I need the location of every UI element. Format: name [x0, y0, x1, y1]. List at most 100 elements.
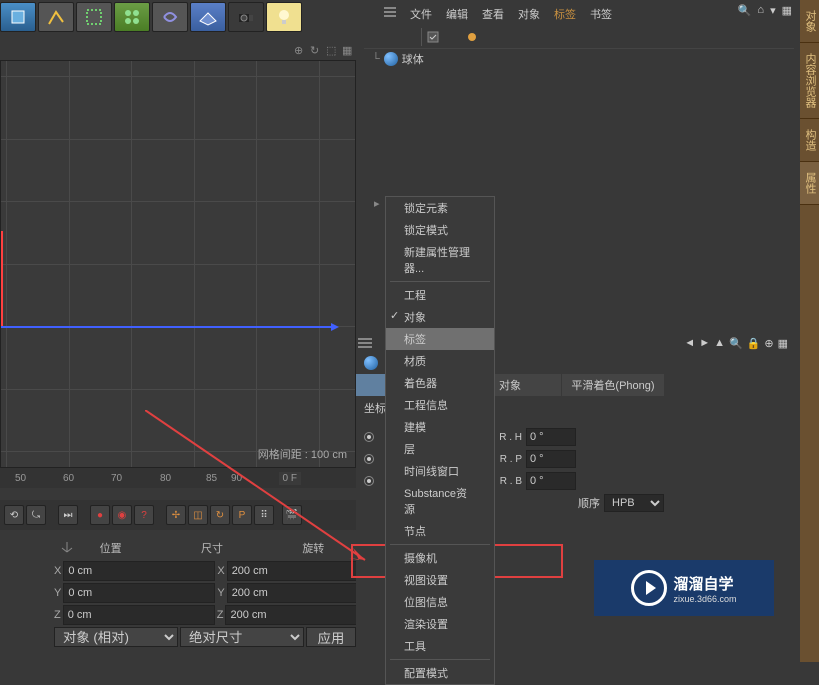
- menu-bookmark[interactable]: 书签: [590, 6, 612, 22]
- search-icon[interactable]: 🔍: [738, 4, 752, 17]
- nav-back-icon[interactable]: ◄: [684, 337, 695, 350]
- ctx-item[interactable]: 工具: [386, 635, 494, 657]
- rot-input[interactable]: [526, 472, 576, 490]
- order-select[interactable]: HPB: [604, 494, 664, 512]
- to-start-button[interactable]: ⟲: [4, 505, 24, 525]
- size-mode-select[interactable]: 绝对尺寸: [180, 627, 304, 647]
- prev-key-button[interactable]: ⤿: [26, 505, 46, 525]
- ruler-tick: 90: [231, 473, 242, 484]
- move-key-button[interactable]: ✢: [166, 505, 186, 525]
- ctx-item[interactable]: 工程信息: [386, 394, 494, 416]
- size-input-z[interactable]: [225, 605, 377, 625]
- size-axis-label: Y: [217, 587, 224, 599]
- deformer-tool[interactable]: [152, 2, 188, 32]
- primitive-cube-tool[interactable]: [0, 2, 36, 32]
- menu-view[interactable]: 查看: [482, 6, 504, 22]
- menu-file[interactable]: 文件: [410, 6, 432, 22]
- tab-phong[interactable]: 平滑着色(Phong): [562, 374, 664, 396]
- sphere-icon: [384, 52, 398, 66]
- coordinate-panel: 位置 尺寸 旋转 X X H Y Y P Z Z B 对象 (相对) 绝对尺寸 …: [54, 536, 356, 648]
- position-header: 位置: [68, 538, 153, 558]
- ctx-item[interactable]: 时间线窗口: [386, 460, 494, 482]
- ctx-item[interactable]: 锁定元素: [386, 197, 494, 219]
- ctx-item[interactable]: 位图信息: [386, 591, 494, 613]
- nav-up-icon[interactable]: ▲: [714, 337, 725, 350]
- order-label: 顺序: [578, 495, 600, 511]
- ctx-item[interactable]: Substance资源: [386, 482, 494, 520]
- position-mode-select[interactable]: 对象 (相对): [54, 627, 178, 647]
- menu-separator: [390, 281, 490, 282]
- ctx-item[interactable]: 节点: [386, 520, 494, 542]
- param-key-button[interactable]: P: [232, 505, 252, 525]
- key-dots-button[interactable]: ⠿: [254, 505, 274, 525]
- rot-input[interactable]: [526, 428, 576, 446]
- visibility-icon[interactable]: [426, 30, 440, 44]
- filter-icon[interactable]: ▾: [770, 4, 776, 17]
- scale-radio[interactable]: [364, 454, 374, 464]
- ctx-item[interactable]: 锁定模式: [386, 219, 494, 241]
- menu-edit[interactable]: 编辑: [446, 6, 468, 22]
- render-button[interactable]: 🎬: [282, 505, 302, 525]
- attr-menu-icon[interactable]: [358, 336, 372, 350]
- menu-icon[interactable]: [384, 6, 396, 18]
- layout-icon[interactable]: ▦: [782, 4, 792, 17]
- axis-icon: [60, 540, 74, 554]
- menu-object[interactable]: 对象: [518, 6, 540, 22]
- light-tool[interactable]: [266, 2, 302, 32]
- vp-rotate-icon[interactable]: ↻: [310, 44, 324, 58]
- scale-radio[interactable]: [364, 432, 374, 442]
- tree-item-sphere[interactable]: └ 球体: [364, 49, 794, 69]
- menu-separator: [390, 544, 490, 545]
- spline-pen-tool[interactable]: [38, 2, 74, 32]
- rot-input[interactable]: [526, 450, 576, 468]
- to-end-button[interactable]: ⏭: [58, 505, 78, 525]
- nav-new-icon[interactable]: ⊕: [764, 337, 773, 350]
- menu-tag[interactable]: 标签: [554, 6, 576, 22]
- autokey-button[interactable]: ◉: [112, 505, 132, 525]
- generator-tool[interactable]: [76, 2, 112, 32]
- side-tab-attr[interactable]: 属性: [800, 162, 819, 205]
- pos-input-z[interactable]: [63, 605, 215, 625]
- keyframe-button[interactable]: ?: [134, 505, 154, 525]
- nav-fwd-icon[interactable]: ►: [699, 337, 710, 350]
- playback-bar: ⟲ ⤿ ⏭ ● ◉ ? ✢ ◫ ↻ P ⠿ 🎬: [0, 500, 356, 530]
- scale-radio[interactable]: [364, 476, 374, 486]
- nav-layout-icon[interactable]: ▦: [778, 337, 788, 350]
- pos-input-x[interactable]: [63, 561, 215, 581]
- nav-search-icon[interactable]: 🔍: [729, 337, 743, 350]
- ctx-item[interactable]: ✓对象: [386, 306, 494, 328]
- ctx-item[interactable]: 视图设置: [386, 569, 494, 591]
- rotate-key-button[interactable]: ↻: [210, 505, 230, 525]
- apply-button[interactable]: 应用: [306, 627, 356, 647]
- side-tab-object[interactable]: 对象: [800, 0, 819, 43]
- record-button[interactable]: ●: [90, 505, 110, 525]
- timeline-ruler[interactable]: 50 60 70 80 85 90 0 F: [0, 468, 356, 488]
- ctx-item[interactable]: 建模: [386, 416, 494, 438]
- ctx-item[interactable]: 新建属性管理器...: [386, 241, 494, 279]
- ctx-item[interactable]: 摄像机: [386, 547, 494, 569]
- vp-zoom-icon[interactable]: ⬚: [326, 44, 340, 58]
- grid-spacing-label: 网格间距 : 100 cm: [258, 446, 347, 462]
- ctx-item[interactable]: 着色器: [386, 372, 494, 394]
- ctx-item[interactable]: 渲染设置: [386, 613, 494, 635]
- ctx-item[interactable]: 配置模式: [386, 662, 494, 684]
- object-name: 球体: [402, 51, 424, 67]
- side-tab-structure[interactable]: 构造: [800, 119, 819, 162]
- ctx-item[interactable]: 工程: [386, 284, 494, 306]
- ctx-item[interactable]: 标签: [386, 328, 494, 350]
- floor-tool[interactable]: [190, 2, 226, 32]
- viewport[interactable]: 网格间距 : 100 cm: [0, 60, 356, 468]
- array-tool[interactable]: [114, 2, 150, 32]
- ctx-item[interactable]: 材质: [386, 350, 494, 372]
- home-icon[interactable]: ⌂: [757, 4, 764, 17]
- vp-move-icon[interactable]: ⊕: [294, 44, 308, 58]
- ruler-tick: 50: [15, 473, 26, 484]
- ctx-item[interactable]: 层: [386, 438, 494, 460]
- side-tab-browser[interactable]: 内容浏览器: [800, 43, 819, 119]
- nav-lock-icon[interactable]: 🔒: [747, 337, 761, 350]
- scale-key-button[interactable]: ◫: [188, 505, 208, 525]
- vp-layout-icon[interactable]: ▦: [342, 44, 356, 58]
- pos-input-y[interactable]: [63, 583, 215, 603]
- menu-separator: [390, 659, 490, 660]
- camera-tool[interactable]: [228, 2, 264, 32]
